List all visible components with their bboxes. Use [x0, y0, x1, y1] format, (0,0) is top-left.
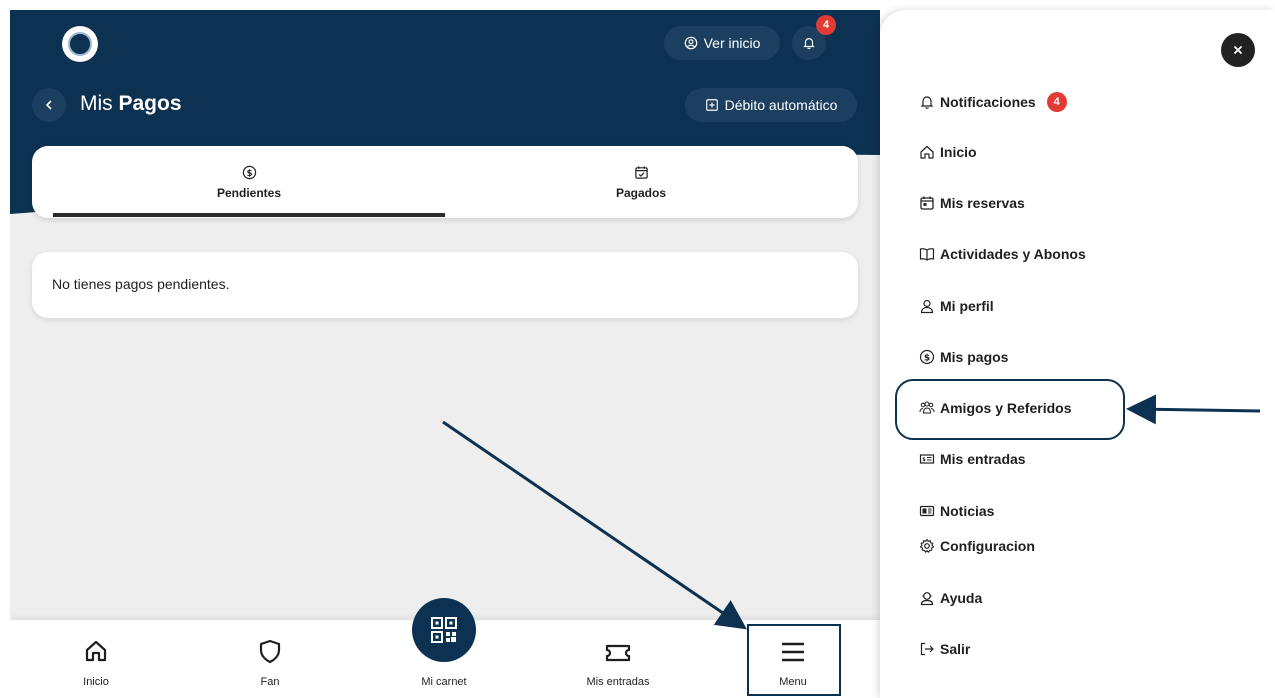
club-crest-icon[interactable]: [62, 26, 98, 62]
shield-icon: [259, 639, 281, 664]
ticket-icon: [605, 644, 631, 662]
page-title-bold: Pagos: [118, 92, 182, 115]
menu-item-label: Actividades y Abonos: [940, 246, 1086, 262]
bottom-navigation: Inicio Fan Mi carnet Mis entradas Menu: [10, 598, 880, 698]
side-menu-drawer: Notificaciones 4 Inicio Mis reservas Act…: [880, 10, 1275, 698]
menu-item-mis-pagos[interactable]: $ Mis pagos: [919, 349, 1008, 365]
page-title: Mis Pagos: [80, 92, 182, 116]
bell-icon: [920, 96, 934, 109]
dollar-circle-icon: $: [919, 349, 935, 365]
menu-item-label: Mis entradas: [940, 451, 1026, 467]
calendar-check-icon: [634, 165, 648, 179]
nav-fan[interactable]: Fan: [220, 620, 320, 698]
menu-item-notificaciones[interactable]: Notificaciones 4: [919, 92, 1067, 112]
menu-item-salir[interactable]: Salir: [919, 641, 970, 657]
menu-item-mis-entradas[interactable]: $ Mis entradas: [919, 451, 1026, 467]
user-icon: [920, 299, 934, 314]
nav-mis-entradas[interactable]: Mis entradas: [568, 620, 668, 698]
notifications-count-badge: 4: [816, 15, 836, 35]
amigos-highlight-box: [895, 379, 1125, 440]
menu-item-label: Notificaciones: [940, 94, 1036, 110]
empty-state-card: No tienes pagos pendientes.: [32, 252, 858, 318]
menu-highlight-box: [747, 624, 841, 696]
debito-automatico-label: Débito automático: [724, 97, 838, 113]
nav-mi-carnet-label: Mi carnet: [421, 676, 467, 688]
nav-inicio-label: Inicio: [83, 676, 109, 688]
svg-text:$: $: [922, 457, 926, 463]
newspaper-icon: [919, 505, 935, 517]
calendar-icon: [920, 196, 934, 210]
menu-item-label: Configuracion: [940, 538, 1035, 554]
back-button[interactable]: [32, 88, 66, 122]
debito-automatico-button[interactable]: Débito automático: [685, 88, 857, 122]
ver-inicio-button[interactable]: Ver inicio: [664, 26, 780, 60]
menu-item-label: Ayuda: [940, 590, 983, 606]
tab-pendientes-label: Pendientes: [216, 185, 282, 200]
close-icon: [1233, 45, 1243, 55]
menu-item-ayuda[interactable]: Ayuda: [919, 590, 982, 606]
nav-fan-label: Fan: [260, 676, 280, 688]
ver-inicio-label: Ver inicio: [703, 35, 761, 51]
page-title-regular: Mis: [80, 92, 119, 115]
logout-icon: [920, 642, 934, 656]
notifications-count-badge: 4: [1046, 92, 1067, 112]
menu-item-configuracion[interactable]: Configuracion: [919, 538, 1035, 554]
user-circle-icon: [684, 36, 697, 50]
home-icon: [85, 640, 107, 662]
menu-item-label: Salir: [940, 641, 971, 657]
dollar-circle-icon: $: [242, 165, 256, 179]
help-user-icon: [920, 592, 934, 606]
app-root: Ver inicio 4 Mis Pagos Débito automático…: [0, 0, 1275, 698]
bell-icon: [803, 38, 815, 50]
menu-item-label: Inicio: [940, 144, 977, 160]
ticket-icon: $: [919, 454, 935, 464]
menu-item-noticias[interactable]: Noticias: [919, 503, 994, 519]
tab-pendientes[interactable]: $ Pendientes: [53, 146, 445, 218]
menu-item-inicio[interactable]: Inicio: [919, 144, 977, 160]
book-icon: [919, 248, 935, 261]
svg-text:$: $: [924, 354, 930, 364]
gear-icon: [919, 538, 935, 553]
tab-pagados[interactable]: Pagados: [445, 146, 837, 218]
close-button[interactable]: [1221, 33, 1255, 67]
svg-text:$: $: [246, 167, 252, 177]
menu-item-label: Mis pagos: [940, 349, 1009, 365]
menu-item-mi-perfil[interactable]: Mi perfil: [919, 298, 994, 314]
tab-pagados-label: Pagados: [615, 185, 666, 200]
nav-inicio[interactable]: Inicio: [46, 620, 146, 698]
plus-square-icon: [705, 99, 718, 111]
nav-mis-entradas-label: Mis entradas: [586, 676, 650, 688]
chevron-left-icon: [45, 100, 52, 110]
menu-item-actividades-y-abonos[interactable]: Actividades y Abonos: [919, 246, 1086, 262]
menu-item-label: Mis reservas: [940, 195, 1025, 211]
active-tab-indicator: [53, 213, 445, 217]
menu-item-label: Noticias: [940, 503, 995, 519]
home-icon: [920, 145, 934, 159]
empty-state-message: No tienes pagos pendientes.: [52, 276, 230, 292]
menu-item-mis-reservas[interactable]: Mis reservas: [919, 195, 1025, 211]
payments-tabs: $ Pendientes Pagados: [32, 146, 858, 218]
menu-item-label: Mi perfil: [940, 298, 994, 314]
main-panel: Ver inicio 4 Mis Pagos Débito automático…: [10, 10, 880, 698]
nav-mi-carnet[interactable]: Mi carnet: [394, 620, 494, 698]
